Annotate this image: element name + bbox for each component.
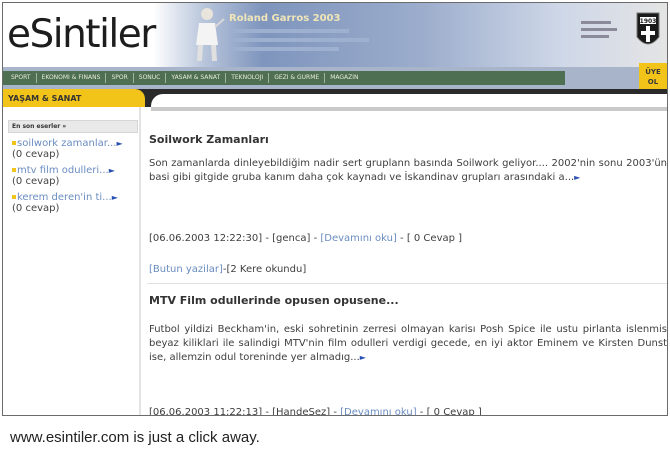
figure-caption: www.esintiler.com is just a click away.	[10, 429, 260, 446]
entry-author[interactable]: [genca]	[272, 233, 310, 244]
entry-date: [06.06.2003 11:22:13]	[149, 407, 263, 416]
sidebar-link[interactable]: kerem deren'in ti...	[12, 192, 112, 203]
entry-excerpt: Son zamanlarda dinleyebildiğim nadir ser…	[149, 157, 667, 185]
entry-title[interactable]: MTV Film odullerinde opusen opusene...	[149, 294, 399, 307]
main-content: Soilwork Zamanları Son zamanlarda dinley…	[147, 107, 667, 416]
tennis-player-image[interactable]	[189, 5, 225, 63]
content-top-divider	[151, 107, 667, 111]
entry-meta: [06.06.2003 11:22:13] - [HandeSez] - [De…	[149, 407, 482, 416]
read-more-link[interactable]: [Devamını oku]	[320, 233, 396, 244]
arrow-right-icon[interactable]: ►	[116, 139, 122, 148]
arrow-right-icon[interactable]: ►	[360, 353, 366, 362]
read-count: -[2 Kere okundu]	[222, 264, 307, 275]
main-nav: SPORT EKONOMI & FINANS SPOR SONUC YASAM …	[3, 67, 667, 89]
svg-text:1903: 1903	[640, 18, 657, 25]
nav-item-yasam[interactable]: YASAM & SANAT	[166, 73, 227, 83]
sidebar-link[interactable]: mtv film odulleri...	[12, 165, 109, 176]
entry-title[interactable]: Soilwork Zamanları	[149, 133, 269, 146]
nav-bar: SPORT EKONOMI & FINANS SPOR SONUC YASAM …	[3, 71, 565, 85]
ad-banner-title[interactable]: Roland Garros 2003	[229, 13, 340, 24]
nav-item-spor[interactable]: SPOR	[106, 73, 134, 83]
sidebar-reply-count: (0 cevap)	[12, 176, 60, 187]
all-posts-link[interactable]: [Butun yazilar]	[149, 264, 223, 275]
section-bar: YAŞAM & SANAT	[3, 89, 667, 107]
entry-divider	[147, 283, 667, 284]
sidebar-heading: En son eserler »	[8, 120, 138, 133]
sidebar-list-item: mtv film odulleri...► (0 cevap)	[12, 165, 139, 187]
entry-stats: [Butun yazilar]-[2 Kere okundu]	[149, 264, 306, 275]
ad-banner-text	[229, 29, 369, 56]
browser-page: eSintiler Roland Garros 2003 1903 SPORT …	[2, 2, 668, 416]
sidebar-reply-count: (0 cevap)	[12, 203, 60, 214]
reply-count[interactable]: [ 0 Cevap ]	[407, 233, 462, 244]
nav-item-gezi[interactable]: GEZI & GURME	[269, 73, 326, 83]
club-crest-icon: 1903	[636, 12, 660, 45]
nav-item-teknoloji[interactable]: TEKNOLOJI	[226, 73, 270, 83]
nav-item-magazin[interactable]: MAGAZIN	[325, 73, 363, 83]
sidebar-list-item: kerem deren'in ti...► (0 cevap)	[12, 192, 139, 214]
reply-count[interactable]: [ 0 Cevap ]	[427, 407, 482, 415]
sidebar-list-item: soilwork zamanlar...► (0 cevap)	[12, 138, 139, 160]
entry-excerpt-text: Futbol yildizi Beckham'in, eski sohretin…	[149, 324, 667, 363]
arrow-right-icon[interactable]: ►	[112, 193, 118, 202]
entry-excerpt: Futbol yildizi Beckham'in, eski sohretin…	[149, 323, 667, 365]
read-more-link[interactable]: [Devamını oku]	[340, 407, 416, 415]
arrow-right-icon[interactable]: ►	[574, 173, 580, 182]
site-logo[interactable]: eSintiler	[7, 13, 156, 57]
site-header: eSintiler Roland Garros 2003 1903	[3, 3, 667, 67]
sidebar: En son eserler » soilwork zamanlar...► (…	[3, 107, 141, 415]
nav-item-ekonomi[interactable]: EKONOMI & FINANS	[37, 73, 107, 83]
sidebar-reply-count: (0 cevap)	[12, 149, 60, 160]
arrow-right-icon[interactable]: ►	[109, 166, 115, 175]
entry-author[interactable]: [HandeSez]	[272, 407, 330, 415]
entry-meta: [06.06.2003 12:22:30] - [genca] - [Devam…	[149, 233, 463, 244]
header-side-text	[581, 21, 617, 42]
entry-excerpt-text: Son zamanlarda dinleyebildiğim nadir ser…	[149, 158, 667, 183]
section-title: YAŞAM & SANAT	[3, 89, 145, 107]
entry-date: [06.06.2003 12:22:30]	[149, 233, 263, 244]
nav-item-sonuc[interactable]: SONUC	[134, 73, 167, 83]
sidebar-link[interactable]: soilwork zamanlar...	[12, 138, 116, 149]
nav-item-sport[interactable]: SPORT	[6, 73, 37, 83]
section-bar-curve	[151, 94, 667, 107]
